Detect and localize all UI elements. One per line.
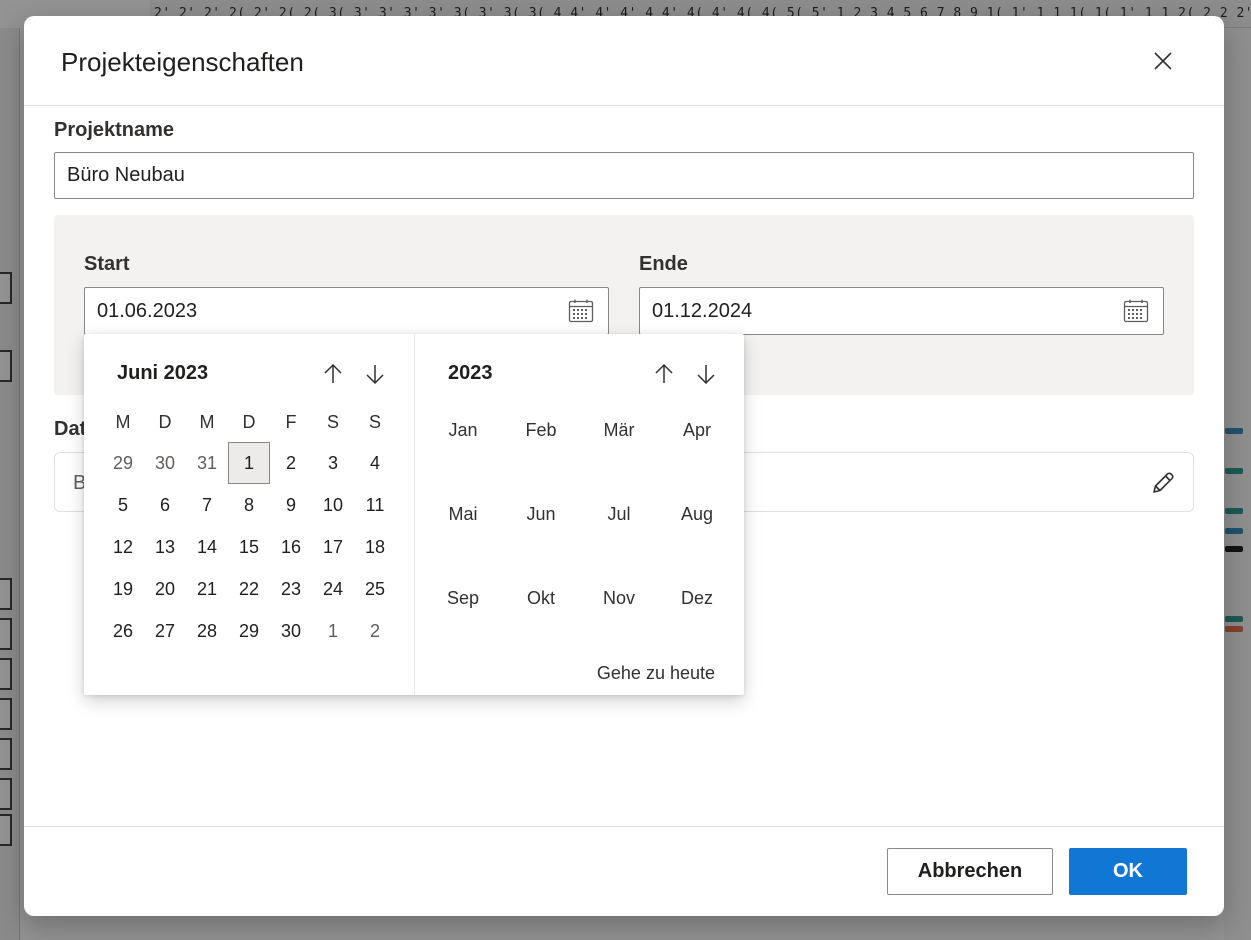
ok-button[interactable]: OK: [1069, 848, 1187, 895]
calendar-month-option[interactable]: Jul: [580, 486, 658, 570]
next-year-button[interactable]: [691, 359, 721, 389]
calendar-month-option[interactable]: Okt: [502, 570, 580, 654]
calendar-day[interactable]: 31: [186, 442, 228, 484]
calendar-day[interactable]: 12: [102, 526, 144, 568]
dialog-footer: Abbrechen OK: [24, 826, 1224, 916]
calendar-icon[interactable]: [1123, 299, 1149, 323]
start-date-value: 01.06.2023: [97, 300, 198, 322]
calendar-month-option[interactable]: Dez: [658, 570, 736, 654]
weekday-label: M: [115, 412, 131, 432]
weekday-label: D: [242, 412, 256, 432]
calendar-day[interactable]: 26: [102, 610, 144, 652]
calendar-day[interactable]: 3: [312, 442, 354, 484]
pencil-icon[interactable]: [1149, 469, 1177, 497]
arrow-up-icon: [655, 363, 673, 383]
calendar-month-option[interactable]: Feb: [502, 402, 580, 486]
calendar-day[interactable]: 15: [228, 526, 270, 568]
end-date-label: Ende: [639, 253, 688, 275]
calendar-divider: [414, 334, 415, 695]
calendar-day[interactable]: 22: [228, 568, 270, 610]
calendar-day[interactable]: 29: [102, 442, 144, 484]
calendar-month-option[interactable]: Nov: [580, 570, 658, 654]
calendar-month-header[interactable]: Juni 2023: [117, 362, 208, 385]
weekday-label: D: [158, 412, 172, 432]
weekday-label: F: [285, 412, 297, 432]
next-month-button[interactable]: [360, 359, 390, 389]
project-properties-dialog: Projekteigenschaften Projektname Start 0…: [24, 16, 1224, 916]
calendar-day[interactable]: 1: [312, 610, 354, 652]
weekday-label: M: [199, 412, 215, 432]
calendar-year-header[interactable]: 2023: [448, 362, 493, 385]
weekday-label: S: [326, 412, 339, 432]
date-picker-popup: Juni 2023 MDMDFSS 29 30 31 1 2 3 4 5 6 7 8 9 10 11 12 1…: [84, 334, 744, 695]
calendar-day[interactable]: 23: [270, 568, 312, 610]
day-grid: 29 30 31 1 2 3 4 5 6 7 8 9 10 11 12 13 14 15 16 17 18 19 20 21 2…: [102, 442, 396, 652]
end-date-value: 01.12.2024: [652, 300, 753, 322]
calendar-month-option[interactable]: Mai: [424, 486, 502, 570]
calendar-day[interactable]: 27: [144, 610, 186, 652]
calendar-day[interactable]: 18: [354, 526, 396, 568]
previous-month-button[interactable]: [318, 359, 348, 389]
previous-year-button[interactable]: [649, 359, 679, 389]
project-name-input[interactable]: [54, 152, 1194, 199]
calendar-day[interactable]: 10: [312, 484, 354, 526]
calendar-day-selected[interactable]: 1: [228, 442, 270, 484]
calendar-day[interactable]: 5: [102, 484, 144, 526]
dialog-header: Projekteigenschaften: [24, 16, 1224, 106]
calendar-day[interactable]: 2: [354, 610, 396, 652]
arrow-up-icon: [324, 363, 342, 383]
calendar-day[interactable]: 16: [270, 526, 312, 568]
calendar-icon[interactable]: [568, 299, 594, 323]
calendar-day[interactable]: 14: [186, 526, 228, 568]
calendar-day[interactable]: 9: [270, 484, 312, 526]
calendar-day[interactable]: 17: [312, 526, 354, 568]
calendar-day[interactable]: 19: [102, 568, 144, 610]
close-icon: [1154, 52, 1172, 70]
project-name-label: Projektname: [54, 119, 175, 141]
arrow-down-icon: [366, 365, 384, 385]
calendar-day[interactable]: 30: [270, 610, 312, 652]
calendar-month-option[interactable]: Sep: [424, 570, 502, 654]
end-date-input[interactable]: 01.12.2024: [639, 287, 1164, 335]
calendar-month-option[interactable]: Aug: [658, 486, 736, 570]
calendar-day[interactable]: 20: [144, 568, 186, 610]
calendar-day[interactable]: 8: [228, 484, 270, 526]
calendar-day[interactable]: 7: [186, 484, 228, 526]
close-button[interactable]: [1144, 42, 1182, 80]
calendar-month-option[interactable]: Jan: [424, 402, 502, 486]
calendar-day[interactable]: 6: [144, 484, 186, 526]
weekday-header-row: MDMDFSS: [102, 410, 396, 434]
cancel-button[interactable]: Abbrechen: [887, 848, 1053, 895]
calendar-day[interactable]: 30: [144, 442, 186, 484]
calendar-day[interactable]: 24: [312, 568, 354, 610]
calendar-day[interactable]: 21: [186, 568, 228, 610]
start-date-input[interactable]: 01.06.2023: [84, 287, 609, 335]
arrow-down-icon: [697, 365, 715, 385]
calendar-day[interactable]: 13: [144, 526, 186, 568]
calendar-month-option[interactable]: Mär: [580, 402, 658, 486]
calendar-day[interactable]: 29: [228, 610, 270, 652]
calendar-month-option[interactable]: Apr: [658, 402, 736, 486]
go-to-today-link[interactable]: Gehe zu heute: [597, 663, 715, 684]
dialog-title: Projekteigenschaften: [61, 47, 304, 77]
calendar-day[interactable]: 11: [354, 484, 396, 526]
calendar-day[interactable]: 4: [354, 442, 396, 484]
start-date-label: Start: [84, 253, 130, 275]
calendar-month-option[interactable]: Jun: [502, 486, 580, 570]
calendar-day[interactable]: 2: [270, 442, 312, 484]
description-label: Dat: [54, 418, 87, 440]
calendar-day[interactable]: 28: [186, 610, 228, 652]
month-grid: Jan Feb Mär Apr Mai Jun Jul Aug Sep Okt Nov Dez: [424, 402, 736, 654]
calendar-day[interactable]: 25: [354, 568, 396, 610]
weekday-label: S: [368, 412, 381, 432]
